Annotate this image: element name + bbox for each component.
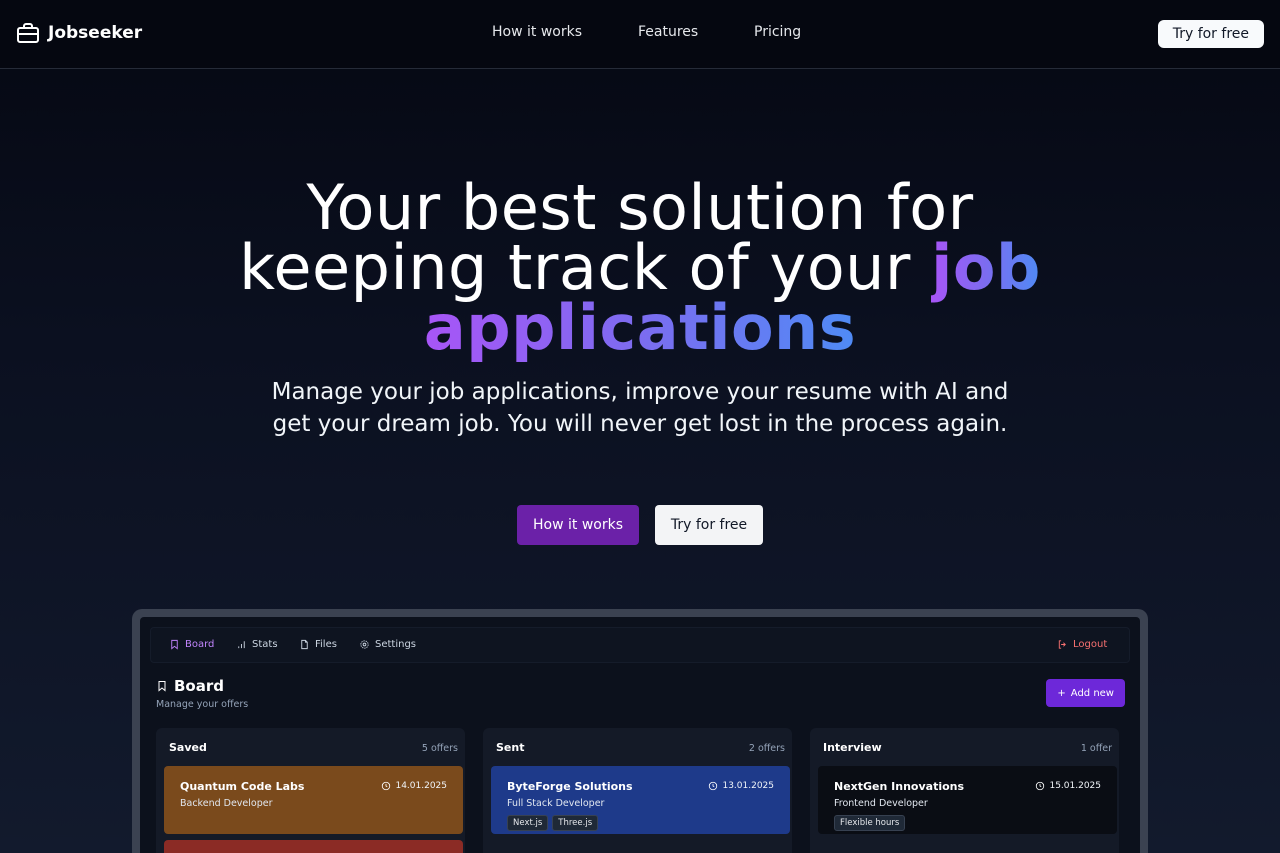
hero-title-accent-applications: applications xyxy=(423,291,857,364)
card-role: Backend Developer xyxy=(180,798,273,809)
card-date: 14.01.2025 xyxy=(381,781,447,791)
column-title: Interview xyxy=(823,741,882,754)
tag: Flexible hours xyxy=(834,815,906,831)
offer-card[interactable]: Quantum Code Labs Backend Developer 14.0… xyxy=(164,766,463,834)
app-nav-files-label: Files xyxy=(315,639,337,650)
app-nav-board[interactable]: Board xyxy=(169,639,214,650)
clock-icon xyxy=(382,781,391,791)
column-title: Saved xyxy=(169,741,207,754)
app-nav-stats-label: Stats xyxy=(252,639,278,650)
card-role: Full Stack Developer xyxy=(507,798,605,809)
app-nav-files[interactable]: Files xyxy=(299,639,337,650)
bookmark-icon xyxy=(171,639,178,650)
app-nav-settings-label: Settings xyxy=(375,639,417,650)
column-interview: Interview 1 offer NextGen Innovations Fr… xyxy=(810,728,1119,853)
column-count: 1 offer xyxy=(1080,743,1112,754)
add-new-button[interactable]: + Add new xyxy=(1046,679,1125,707)
gear-icon xyxy=(360,640,369,649)
try-for-free-nav-button[interactable]: Try for free xyxy=(1157,20,1264,48)
card-date-text: 15.01.2025 xyxy=(1049,781,1101,791)
board-header: Board Manage your offers xyxy=(156,677,248,710)
card-date: 15.01.2025 xyxy=(1035,781,1101,791)
card-tags: Flexible hours xyxy=(834,815,1101,831)
nav-link-features[interactable]: Features xyxy=(638,24,698,40)
offer-card[interactable]: ByteForge Solutions Full Stack Developer… xyxy=(491,766,790,834)
file-icon xyxy=(301,639,308,650)
card-date-text: 13.01.2025 xyxy=(722,781,774,791)
clock-icon xyxy=(1036,781,1045,791)
column-count: 5 offers xyxy=(421,743,458,754)
card-role: Frontend Developer xyxy=(834,798,928,809)
card-date: 13.01.2025 xyxy=(708,781,774,791)
app-nav: Board Stats Files Settings Logout xyxy=(150,627,1130,663)
bar-chart-icon xyxy=(238,641,245,649)
clock-icon xyxy=(709,781,718,791)
app-preview-frame: Board Stats Files Settings Logout Board … xyxy=(132,609,1148,853)
column-title: Sent xyxy=(496,741,525,754)
board-title-text: Board xyxy=(174,677,224,695)
logout-button[interactable]: Logout xyxy=(1057,639,1107,650)
column-saved: Saved 5 offers Quantum Code Labs Backend… xyxy=(156,728,465,853)
column-sent: Sent 2 offers ByteForge Solutions Full S… xyxy=(483,728,792,853)
card-tags: Next.js Three.js xyxy=(507,815,774,831)
add-new-label: Add new xyxy=(1070,687,1114,699)
try-for-free-button[interactable]: Try for free xyxy=(655,505,763,545)
bookmark-icon xyxy=(158,681,166,692)
card-date-text: 14.01.2025 xyxy=(395,781,447,791)
hero-title-accent-job: job xyxy=(931,231,1041,304)
app-nav-settings[interactable]: Settings xyxy=(359,639,416,650)
nav-links: How it works Features Pricing xyxy=(0,24,1280,46)
plus-icon: + xyxy=(1057,687,1066,699)
offer-card-next[interactable] xyxy=(164,840,463,853)
hero-buttons: How it works Try for free xyxy=(0,505,1280,545)
nav-link-how-it-works[interactable]: How it works xyxy=(492,24,582,40)
how-it-works-button[interactable]: How it works xyxy=(517,505,639,545)
hero-title: Your best solution for keeping track of … xyxy=(0,177,1280,359)
app-nav-board-label: Board xyxy=(185,639,215,650)
logout-icon xyxy=(1058,640,1066,649)
top-nav: Jobseeker How it works Features Pricing … xyxy=(0,0,1280,69)
board-title: Board xyxy=(156,677,248,695)
tag: Three.js xyxy=(552,815,599,831)
tag: Next.js xyxy=(507,815,549,831)
logout-label: Logout xyxy=(1073,639,1108,650)
column-count: 2 offers xyxy=(748,743,785,754)
board-subtitle: Manage your offers xyxy=(156,699,249,710)
nav-link-pricing[interactable]: Pricing xyxy=(754,24,801,40)
hero-subtitle: Manage your job applications, improve yo… xyxy=(271,379,1009,437)
app-nav-stats[interactable]: Stats xyxy=(236,639,278,650)
app-preview-screen: Board Stats Files Settings Logout Board … xyxy=(140,617,1140,853)
offer-card[interactable]: NextGen Innovations Frontend Developer F… xyxy=(818,766,1117,834)
